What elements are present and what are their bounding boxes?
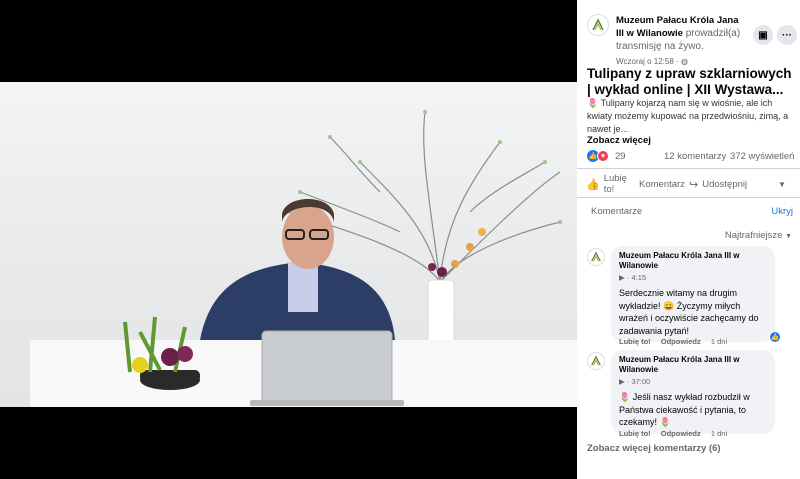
video-clip-icon: ▶ — [619, 273, 625, 282]
view-more-comments-link[interactable]: Zobacz więcej komentarzy (6) — [587, 443, 721, 454]
comment-timestamp-text: 37:00 — [631, 377, 651, 386]
see-more-link[interactable]: Zobacz więcej — [587, 135, 651, 146]
crest-icon — [592, 18, 604, 31]
hide-comments-link[interactable]: Ukryj — [771, 206, 793, 217]
comment-author-avatar[interactable] — [587, 248, 605, 266]
like-button-label: Lubię to! — [603, 173, 627, 195]
comment-age: 1 dni — [710, 337, 728, 346]
like-button[interactable]: 👍 Lubię to! — [586, 169, 636, 199]
thumbs-up-icon: 👍 — [586, 178, 600, 191]
share-button[interactable]: ↪ Udostępnij — [689, 169, 747, 199]
comment-reply-link[interactable]: Odpowiedz — [661, 337, 701, 346]
comment-button[interactable]: Komentarz — [639, 169, 685, 199]
love-reaction-icon: ♥ — [597, 150, 609, 162]
post-body-text: Tulipany kojarzą nam się w wiośnie, ale … — [587, 98, 789, 134]
comment-author-name[interactable]: Muzeum Pałacu Króla Jana III w Wilanowie — [619, 251, 767, 271]
comment-item: Muzeum Pałacu Króla Jana III w Wilanowie… — [587, 350, 792, 440]
post-time-text: Wczoraj o 12:58 · — [616, 57, 679, 66]
save-post-button[interactable]: ▣ — [753, 25, 773, 45]
comment-button-label: Komentarz — [639, 178, 685, 190]
comment-video-timestamp[interactable]: ▶ · 37:00 — [619, 376, 767, 388]
comment-author-avatar[interactable] — [587, 352, 605, 370]
comment-bubble: Muzeum Pałacu Króla Jana III w Wilanowie… — [611, 246, 775, 342]
reaction-count[interactable]: 29 — [615, 151, 626, 162]
comment-item: Muzeum Pałacu Króla Jana III w Wilanowie… — [587, 246, 792, 346]
sort-label: Najtrafniejsze — [724, 230, 783, 241]
crest-icon — [591, 355, 601, 366]
comment-like-link[interactable]: Lubię to! — [619, 429, 651, 438]
video-frame[interactable] — [0, 82, 577, 407]
post-body: 🌷 Tulipany kojarzą nam się w wiośnie, al… — [587, 97, 795, 136]
comment-actions: Lubię to! Odpowiedz 1 dni — [619, 429, 727, 438]
comment-text: Serdecznie witamy na drugim wykładzie! 😀… — [619, 288, 759, 336]
video-player[interactable] — [0, 0, 577, 479]
comment-bubble: Muzeum Pałacu Króla Jana III w Wilanowie… — [611, 350, 775, 434]
post-actions-bar: 👍 Lubię to! Komentarz ↪ Udostępnij ▼ — [577, 168, 800, 198]
comment-actions: Lubię to! Odpowiedz 1 dni — [619, 337, 727, 346]
share-icon: ↪ — [689, 178, 699, 191]
view-count: 372 wyświetleń — [730, 151, 795, 162]
comment-reply-link[interactable]: Odpowiedz — [661, 429, 701, 438]
post-header: Muzeum Pałacu Króla Jana III w Wilanowie… — [587, 10, 797, 66]
post-stats: 👍 ♥ 29 12 komentarzy 372 wyświetleń — [587, 150, 795, 164]
comment-count[interactable]: 12 komentarzy — [664, 151, 726, 162]
comment-age: 1 dni — [710, 429, 728, 438]
bookmark-icon: ▣ — [758, 29, 768, 41]
comment-like-link[interactable]: Lubię to! — [619, 337, 651, 346]
comments-header: Komentarze Ukryj — [591, 206, 793, 217]
share-dropdown-button[interactable]: ▼ — [778, 169, 786, 199]
post-sidebar: Muzeum Pałacu Króla Jana III w Wilanowie… — [577, 0, 800, 479]
comment-like-badge[interactable]: 👍 — [769, 331, 781, 343]
comment-text: 🌷 Jeśli nasz wykład rozbudził w Państwa … — [619, 392, 750, 427]
video-scene — [30, 110, 577, 407]
more-options-button[interactable]: ··· — [777, 25, 797, 45]
caret-down-icon: ▼ — [785, 233, 792, 240]
post-title: Tulipany z upraw szklarniowych | wykład … — [587, 66, 792, 97]
crest-icon — [591, 251, 601, 262]
comment-video-timestamp[interactable]: ▶ · 4:15 — [619, 272, 767, 284]
post-author-line: Muzeum Pałacu Króla Jana III w Wilanowie… — [616, 14, 746, 68]
comment-timestamp-text: 4:15 — [631, 273, 647, 282]
comment-sort-dropdown[interactable]: Najtrafniejsze ▼ — [725, 230, 792, 241]
globe-icon: ◍ — [680, 57, 688, 66]
more-dots-icon: ··· — [782, 29, 792, 41]
comments-title: Komentarze — [591, 206, 643, 217]
comment-author-name[interactable]: Muzeum Pałacu Króla Jana III w Wilanowie — [619, 355, 767, 375]
caret-down-icon: ▼ — [778, 179, 786, 189]
share-button-label: Udostępnij — [702, 178, 748, 190]
video-clip-icon: ▶ — [619, 377, 625, 386]
page-avatar[interactable] — [587, 14, 609, 36]
tulip-emoji: 🌷 — [587, 98, 599, 108]
